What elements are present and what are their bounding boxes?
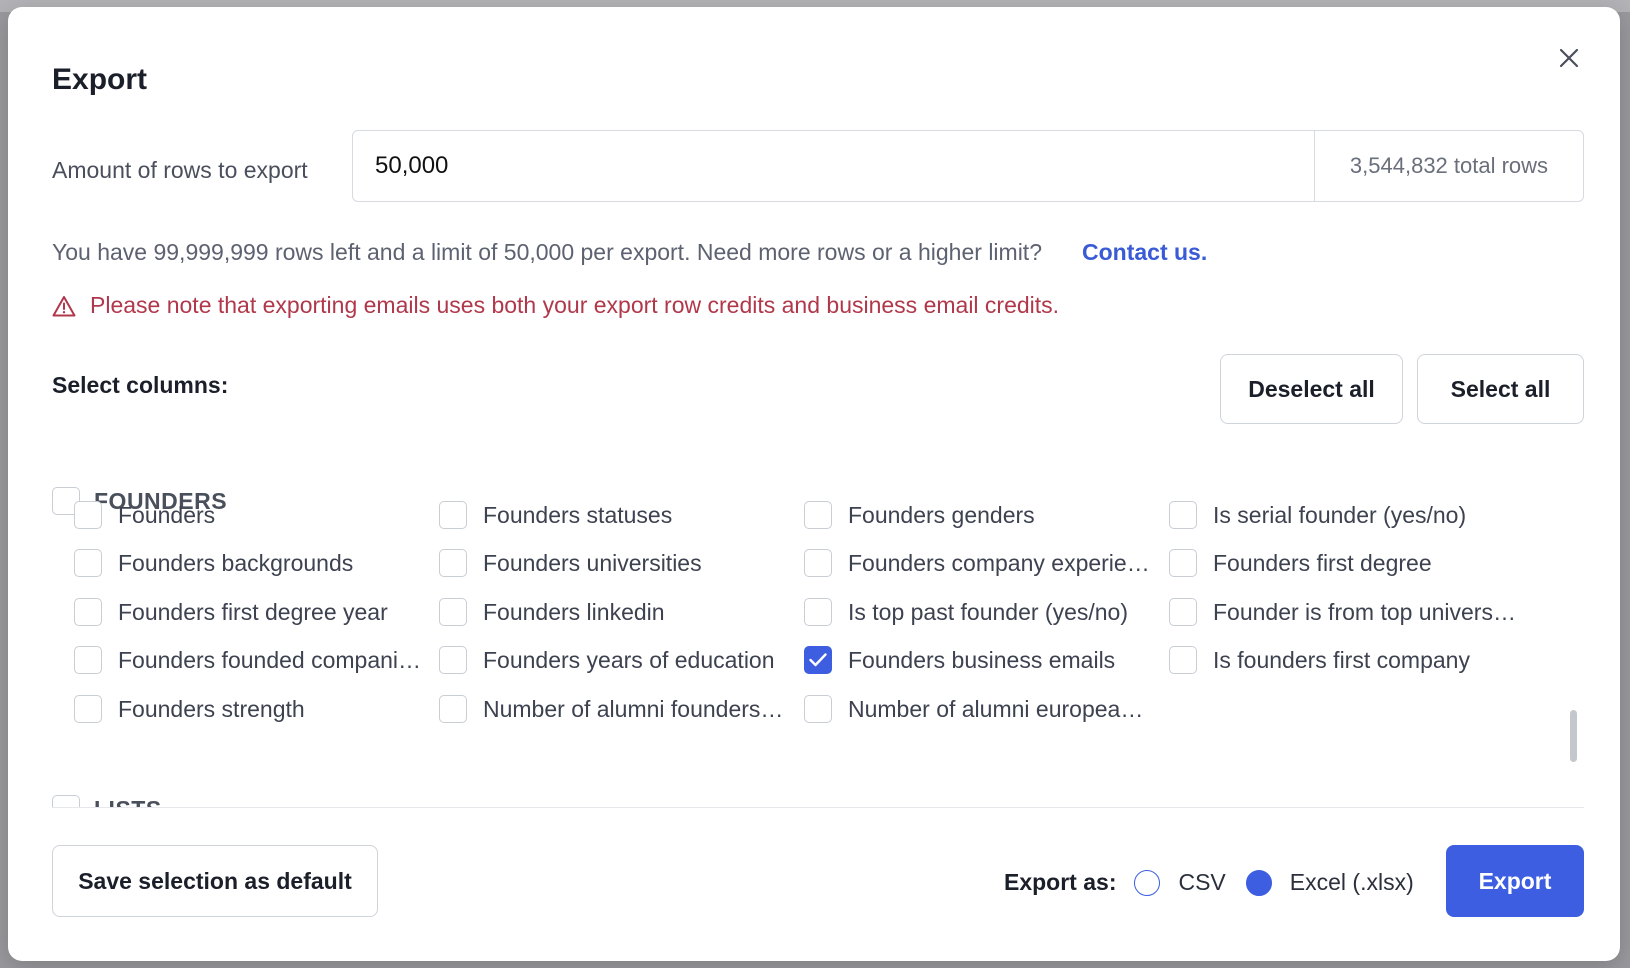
export-format-group: Export as: CSV Excel (.xlsx) [1004, 869, 1434, 896]
column-option[interactable]: Founders linkedin [439, 598, 799, 626]
warning-triangle-icon [52, 295, 76, 316]
column-option[interactable]: Founders years of education [439, 646, 799, 674]
column-option-label: Number of alumni founders… [483, 695, 784, 722]
column-option-label: Founders statuses [483, 501, 673, 528]
column-option-label: Founders business emails [848, 646, 1116, 673]
column-checkbox[interactable] [74, 501, 102, 529]
column-option[interactable]: Founders company experie… [804, 549, 1164, 577]
column-option[interactable]: Founders genders [804, 501, 1164, 529]
column-checkbox[interactable] [1169, 598, 1197, 626]
column-option[interactable]: Number of alumni founders… [439, 695, 799, 723]
column-option-label: Founders linkedin [483, 598, 665, 625]
column-option[interactable]: Founders [74, 501, 434, 529]
column-option[interactable]: Is founders first company [1169, 646, 1529, 674]
checkmark-icon [809, 653, 827, 667]
column-option[interactable]: Founders founded compani… [74, 646, 434, 674]
csv-radio[interactable] [1134, 869, 1161, 896]
column-checkbox[interactable] [1169, 549, 1197, 577]
column-checkbox[interactable] [804, 598, 832, 626]
column-checkbox[interactable] [439, 501, 467, 529]
column-checkbox[interactable] [74, 646, 102, 674]
column-option-label: Founders first degree [1213, 549, 1432, 576]
deselect-all-button[interactable]: Deselect all [1220, 354, 1403, 424]
column-checkbox[interactable] [439, 695, 467, 723]
column-option-label: Is top past founder (yes/no) [848, 598, 1128, 625]
column-option-label: Founders universities [483, 549, 702, 576]
column-option[interactable]: Founder is from top univers… [1169, 598, 1529, 626]
modal-title: Export [52, 63, 148, 96]
rows-amount-label: Amount of rows to export [52, 157, 308, 183]
export-modal: Export Amount of rows to export 3,544,83… [8, 7, 1620, 961]
column-option[interactable]: Is serial founder (yes/no) [1169, 501, 1529, 529]
footer-divider [52, 807, 1584, 808]
column-checkbox[interactable] [439, 549, 467, 577]
excel-radio[interactable] [1245, 869, 1272, 896]
column-option-label: Founders first degree year [118, 598, 388, 625]
close-button[interactable] [1554, 43, 1584, 73]
group-checkbox-lists[interactable] [52, 795, 80, 807]
column-option[interactable]: Number of alumni europea… [804, 695, 1164, 723]
export-as-label: Export as: [1004, 869, 1117, 895]
export-button[interactable]: Export [1446, 845, 1584, 917]
column-option-label: Is serial founder (yes/no) [1213, 501, 1467, 528]
column-option-label: Founders company experie… [848, 549, 1150, 576]
column-group-title: LISTS [94, 796, 162, 808]
column-checkbox[interactable] [439, 598, 467, 626]
column-checkbox[interactable] [74, 598, 102, 626]
column-option[interactable]: Founders universities [439, 549, 799, 577]
select-columns-label: Select columns: [52, 372, 229, 398]
warning-text: Please note that exporting emails uses b… [90, 292, 1060, 318]
column-checkbox[interactable] [804, 501, 832, 529]
column-checkbox[interactable] [804, 695, 832, 723]
column-option[interactable]: Founders first degree [1169, 549, 1529, 577]
column-option[interactable]: Founders business emails [804, 646, 1164, 674]
close-icon [1559, 48, 1579, 68]
csv-radio-label[interactable]: CSV [1178, 869, 1225, 896]
save-selection-default-button[interactable]: Save selection as default [52, 845, 378, 917]
total-rows-badge: 3,544,832 total rows [1314, 131, 1583, 201]
column-option-label: Founders founded compani… [118, 646, 422, 673]
column-checkbox[interactable] [74, 549, 102, 577]
column-option-label: Is founders first company [1213, 646, 1470, 673]
column-checkbox[interactable] [439, 646, 467, 674]
column-checkbox[interactable] [804, 549, 832, 577]
contact-us-link[interactable]: Contact us. [1082, 239, 1207, 266]
columns-list: FOUNDERS Founders Founders statuses Founde… [52, 477, 1584, 807]
column-option[interactable]: Founders backgrounds [74, 549, 434, 577]
email-credits-warning: Please note that exporting emails uses b… [52, 292, 1059, 319]
column-option-label: Founders backgrounds [118, 549, 354, 576]
select-all-button[interactable]: Select all [1417, 354, 1584, 424]
column-option-label: Founders strength [118, 695, 305, 722]
column-checkbox[interactable] [804, 646, 832, 674]
column-option[interactable]: Founders statuses [439, 501, 799, 529]
columns-scrollbar[interactable] [1570, 710, 1577, 762]
column-option-label: Number of alumni europea… [848, 695, 1144, 722]
column-option-label: Founders years of education [483, 646, 775, 673]
excel-radio-label[interactable]: Excel (.xlsx) [1290, 869, 1414, 896]
column-option-label: Founders [118, 501, 216, 528]
column-checkbox[interactable] [1169, 646, 1197, 674]
column-checkbox[interactable] [74, 695, 102, 723]
column-option[interactable]: Is top past founder (yes/no) [804, 598, 1164, 626]
column-option-label: Founders genders [848, 501, 1035, 528]
column-option[interactable]: Founders strength [74, 695, 434, 723]
column-option[interactable]: Founders first degree year [74, 598, 434, 626]
column-option-label: Founder is from top univers… [1213, 598, 1516, 625]
limit-info-text: You have 99,999,999 rows left and a limi… [52, 239, 1042, 265]
rows-amount-input[interactable] [353, 131, 1314, 201]
rows-amount-field: 3,544,832 total rows [352, 130, 1584, 202]
column-group-lists[interactable]: LISTS [52, 795, 162, 807]
column-checkbox[interactable] [1169, 501, 1197, 529]
